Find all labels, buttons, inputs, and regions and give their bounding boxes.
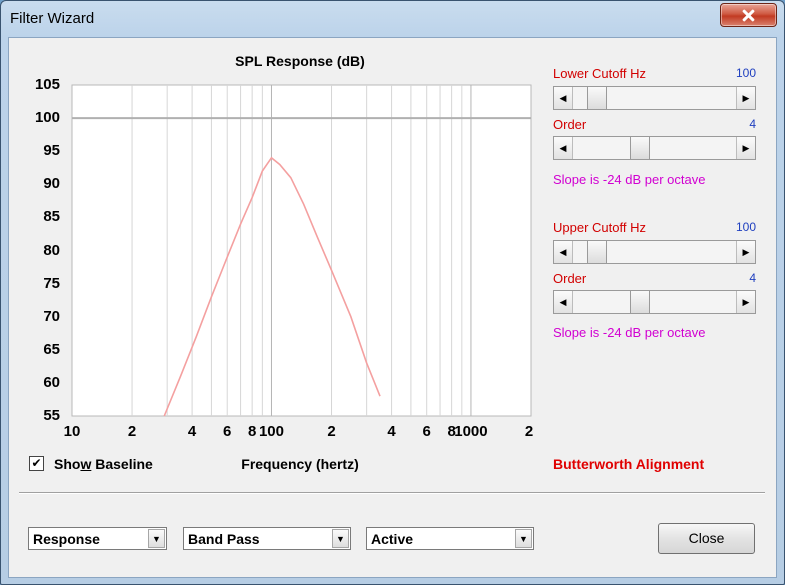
scroll-left-icon[interactable]: ◀ (554, 241, 573, 263)
check-icon: ✔ (31, 456, 42, 470)
slider-thumb[interactable] (630, 137, 650, 159)
filter-type-combobox-value: Band Pass (188, 531, 260, 547)
show-baseline-label[interactable]: Show Baseline (54, 456, 153, 472)
circuit-combobox-value: Active (371, 531, 414, 547)
y-tick-label: 80 (43, 241, 60, 259)
slider-thumb[interactable] (586, 87, 607, 109)
slider-thumb[interactable] (630, 291, 650, 313)
scroll-left-icon[interactable]: ◀ (554, 291, 573, 313)
y-tick-label: 90 (43, 175, 60, 193)
chevron-down-icon[interactable]: ▼ (332, 529, 349, 548)
lower-order-slider[interactable]: ◀ ▶ (553, 136, 756, 160)
x-tick-label: 1000 (454, 423, 488, 440)
filter-type-combobox[interactable]: Band Pass ▼ (183, 527, 351, 550)
circuit-combobox[interactable]: Active ▼ (366, 527, 534, 550)
x-tick-label: 100 (258, 423, 284, 440)
y-tick-label: 60 (43, 373, 60, 391)
x-tick-label: 4 (187, 423, 197, 440)
upper-order-label: Order (553, 271, 587, 286)
y-tick-label: 65 (43, 340, 60, 358)
lower-order-value: 4 (749, 117, 756, 131)
lower-cutoff-slider[interactable]: ◀ ▶ (553, 86, 756, 110)
y-tick-label: 85 (43, 208, 60, 226)
x-tick-label: 2 (524, 423, 534, 440)
scroll-left-icon[interactable]: ◀ (554, 137, 573, 159)
separator (19, 492, 765, 494)
x-tick-label: 10 (63, 423, 81, 440)
y-tick-label: 70 (43, 307, 60, 325)
upper-cutoff-label: Upper Cutoff Hz (553, 220, 646, 235)
upper-cutoff-value: 100 (735, 220, 756, 234)
y-tick-label: 95 (43, 142, 60, 160)
upper-order-slider[interactable]: ◀ ▶ (553, 290, 756, 314)
lower-slope-text: Slope is -24 dB per octave (553, 172, 706, 187)
scroll-right-icon[interactable]: ▶ (736, 241, 755, 263)
y-tick-label: 100 (34, 109, 60, 127)
x-tick-label: 2 (327, 423, 336, 440)
y-tick-label: 105 (34, 76, 60, 93)
x-axis-title: Frequency (hertz) (241, 456, 359, 472)
lower-cutoff-value: 100 (735, 66, 756, 80)
lower-order-label: Order (553, 117, 587, 132)
upper-slope-text: Slope is -24 dB per octave (553, 325, 706, 340)
show-baseline-checkbox[interactable]: ✔ (29, 456, 44, 471)
scroll-left-icon[interactable]: ◀ (554, 87, 573, 109)
scroll-right-icon[interactable]: ▶ (736, 137, 755, 159)
slider-thumb[interactable] (586, 241, 607, 263)
chevron-down-icon[interactable]: ▼ (515, 529, 532, 548)
scroll-right-icon[interactable]: ▶ (736, 291, 755, 313)
x-tick-label: 2 (127, 423, 137, 440)
scroll-right-icon[interactable]: ▶ (736, 87, 755, 109)
upper-order-value: 4 (749, 271, 756, 285)
chevron-down-icon[interactable]: ▼ (148, 529, 165, 548)
y-tick-label: 75 (43, 274, 60, 292)
upper-cutoff-slider[interactable]: ◀ ▶ (553, 240, 756, 264)
lower-cutoff-label: Lower Cutoff Hz (553, 66, 646, 81)
mode-combobox[interactable]: Response ▼ (28, 527, 167, 550)
y-tick-label: 55 (43, 407, 60, 424)
close-button[interactable]: Close (658, 523, 755, 554)
alignment-label: Butterworth Alignment (553, 456, 705, 472)
x-tick-label: 4 (387, 423, 396, 440)
mode-combobox-value: Response (33, 531, 100, 547)
